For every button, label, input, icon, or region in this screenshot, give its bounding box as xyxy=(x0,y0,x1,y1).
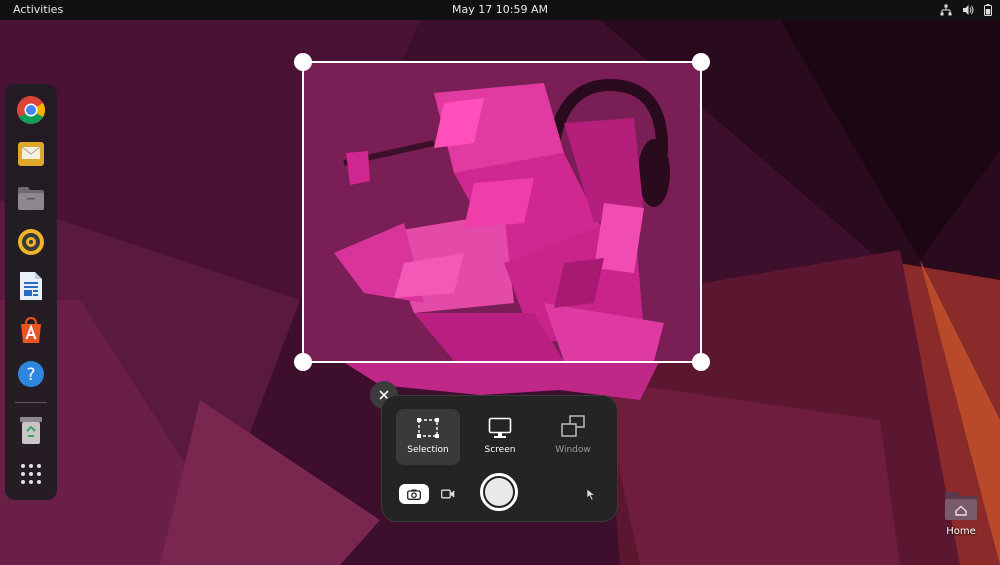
show-apps-icon xyxy=(21,464,41,484)
home-label: Home xyxy=(946,526,976,537)
app-center-icon xyxy=(21,316,41,343)
chrome-icon xyxy=(17,96,45,124)
files-icon xyxy=(18,187,44,210)
selection-handle-top-left[interactable] xyxy=(294,53,312,71)
capture-button-inner xyxy=(485,478,513,506)
battery-icon xyxy=(984,4,992,16)
trash-icon xyxy=(20,417,42,444)
dock-item-show-apps[interactable] xyxy=(15,458,47,490)
clock[interactable]: May 17 10:59 AM xyxy=(0,3,1000,16)
selection-area[interactable] xyxy=(294,53,710,371)
dock-item-writer[interactable] xyxy=(15,270,47,302)
dock-item-trash[interactable] xyxy=(15,414,47,446)
screenshot-toggle[interactable] xyxy=(399,484,429,504)
network-icon xyxy=(940,4,952,16)
libreoffice-writer-icon xyxy=(20,272,42,300)
mode-screen-label: Screen xyxy=(484,445,516,455)
dock: ? xyxy=(5,84,57,500)
mode-window-label: Window xyxy=(555,445,591,455)
dock-item-app-center[interactable] xyxy=(15,314,47,346)
dock-item-files[interactable] xyxy=(15,182,47,214)
selection-handle-top-right[interactable] xyxy=(692,53,710,71)
selection-icon xyxy=(417,418,439,438)
camera-icon xyxy=(407,489,421,500)
pointer-icon xyxy=(586,487,596,500)
capture-button[interactable] xyxy=(480,473,518,511)
dock-separator xyxy=(15,402,47,403)
home-desktop-icon[interactable]: Home xyxy=(938,490,984,537)
screen-icon xyxy=(488,417,512,438)
volume-icon xyxy=(963,5,974,15)
dock-item-mail[interactable] xyxy=(15,138,47,170)
window-icon xyxy=(561,415,585,437)
dock-item-chrome[interactable] xyxy=(15,94,47,126)
mode-selection-label: Selection xyxy=(407,445,449,455)
video-camera-icon xyxy=(441,489,455,499)
system-tray[interactable] xyxy=(940,3,992,17)
mode-screen-button[interactable]: Screen xyxy=(468,409,532,465)
screencast-toggle[interactable] xyxy=(438,484,458,504)
selection-handle-bottom-left[interactable] xyxy=(294,353,312,371)
mail-icon xyxy=(18,142,44,166)
home-folder-icon xyxy=(945,492,977,520)
mode-selection-button[interactable]: Selection xyxy=(396,409,460,465)
rhythmbox-icon xyxy=(18,229,44,255)
dock-item-rhythmbox[interactable] xyxy=(15,226,47,258)
selection-handle-bottom-right[interactable] xyxy=(692,353,710,371)
show-pointer-toggle[interactable] xyxy=(582,484,600,504)
svg-text:?: ? xyxy=(26,365,35,385)
help-icon: ? xyxy=(18,361,44,387)
mode-window-button[interactable]: Window xyxy=(541,409,605,465)
screenshot-panel: Selection Screen Window xyxy=(381,395,618,522)
selected-region-preview xyxy=(304,63,700,361)
top-bar: Activities May 17 10:59 AM xyxy=(0,0,1000,20)
dock-item-help[interactable]: ? xyxy=(15,358,47,390)
